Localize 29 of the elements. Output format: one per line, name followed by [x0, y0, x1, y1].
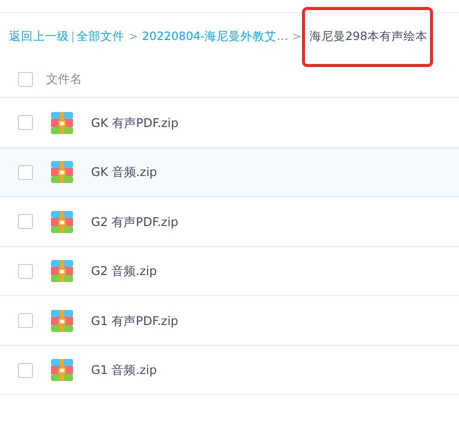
- breadcrumb-separator: >: [128, 28, 138, 45]
- checkbox[interactable]: [18, 264, 33, 279]
- zip-file-icon: [51, 260, 73, 282]
- file-name[interactable]: GK 有声PDF.zip: [91, 114, 178, 132]
- zip-file-icon: [51, 210, 73, 233]
- checkbox[interactable]: [18, 313, 33, 328]
- zip-file-icon: [51, 359, 73, 382]
- file-row[interactable]: G1 音频.zip: [0, 346, 459, 395]
- file-row[interactable]: G2 有声PDF.zip: [0, 197, 459, 246]
- file-row[interactable]: G2 音频.zip: [0, 246, 459, 296]
- file-name[interactable]: GK 音频.zip: [91, 163, 158, 182]
- checkbox[interactable]: [18, 362, 33, 378]
- current-folder: 海尼曼298本有声绘本: [305, 10, 430, 64]
- zip-file-icon: [51, 310, 73, 332]
- zip-file-icon: [51, 161, 73, 184]
- checkbox[interactable]: [18, 164, 33, 180]
- file-name[interactable]: G2 音频.zip: [91, 262, 157, 280]
- file-name[interactable]: G1 有声PDF.zip: [91, 312, 178, 330]
- breadcrumb-separator: >: [292, 28, 302, 45]
- file-name[interactable]: G1 音频.zip: [91, 361, 157, 380]
- breadcrumb-separator: |: [71, 28, 75, 45]
- file-row[interactable]: GK 音频.zip: [0, 148, 459, 197]
- checkbox[interactable]: [18, 72, 33, 86]
- file-name[interactable]: G2 有声PDF.zip: [91, 212, 178, 231]
- zip-file-icon: [51, 112, 73, 134]
- checkbox[interactable]: [18, 214, 33, 230]
- checkbox[interactable]: [18, 115, 33, 130]
- file-row[interactable]: G1 有声PDF.zip: [0, 296, 459, 346]
- column-header[interactable]: 文件名: [46, 70, 82, 88]
